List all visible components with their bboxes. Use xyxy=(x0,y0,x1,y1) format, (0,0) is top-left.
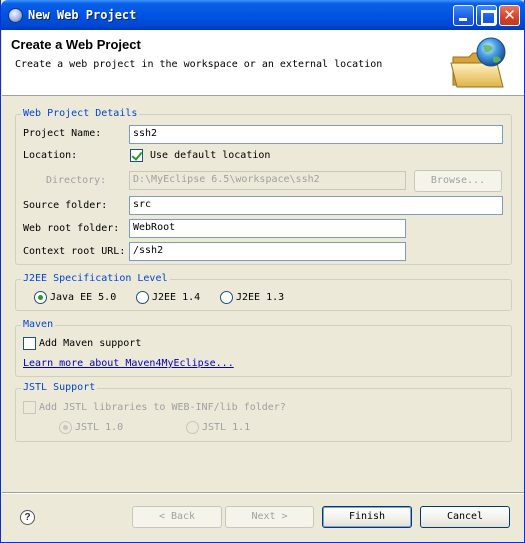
app-icon xyxy=(8,8,23,23)
banner-title: Create a Web Project xyxy=(11,37,141,52)
button-bar-separator xyxy=(2,492,524,494)
back-button: < Back xyxy=(132,506,222,528)
maximize-button[interactable] xyxy=(476,5,497,26)
folder-globe-icon xyxy=(450,37,506,88)
use-default-location-checkbox[interactable] xyxy=(130,149,143,162)
project-name-label: Project Name: xyxy=(23,128,102,139)
add-jstl-libraries-label: Add JSTL libraries to WEB-INF/lib folder… xyxy=(39,402,286,413)
radio-label-jstl-1-0: JSTL 1.0 xyxy=(75,422,124,433)
wizard-banner: Create a Web Project Create a web projec… xyxy=(2,30,524,96)
web-root-folder-input[interactable]: WebRoot xyxy=(129,219,406,238)
minimize-button[interactable] xyxy=(453,5,474,26)
context-root-label: Context root URL: xyxy=(23,246,126,257)
use-default-location-label: Use default location xyxy=(150,150,271,161)
jstl-support-group: JSTL Support xyxy=(15,382,512,442)
radio-jstl-1-0 xyxy=(59,421,72,434)
group-title-details: Web Project Details xyxy=(21,108,140,119)
add-maven-support-checkbox[interactable] xyxy=(23,337,36,350)
radio-label-j2ee-1-3: J2EE 1.3 xyxy=(236,292,285,303)
source-folder-label: Source folder: xyxy=(23,200,108,211)
close-button[interactable]: ✕ xyxy=(499,5,520,26)
group-title-maven: Maven xyxy=(21,319,56,330)
directory-input: D:\MyEclipse 6.5\workspace\ssh2 xyxy=(129,171,406,190)
radio-label-java-ee-5: Java EE 5.0 xyxy=(50,292,117,303)
radio-label-jstl-1-1: JSTL 1.1 xyxy=(202,422,251,433)
web-root-folder-label: Web root folder: xyxy=(23,223,120,234)
add-maven-support-label: Add Maven support xyxy=(39,338,142,349)
project-name-input[interactable]: ssh2 xyxy=(129,125,503,144)
finish-button[interactable]: Finish xyxy=(322,506,412,528)
new-web-project-dialog: New Web Project ✕ Create a Web Project C… xyxy=(0,0,525,543)
radio-jstl-1-1 xyxy=(186,421,199,434)
location-label: Location: xyxy=(23,150,78,161)
next-button: Next > xyxy=(225,506,314,528)
help-icon[interactable]: ? xyxy=(20,510,35,525)
source-folder-input[interactable]: src xyxy=(129,196,503,215)
group-title-jstl: JSTL Support xyxy=(21,382,98,393)
radio-java-ee-5[interactable] xyxy=(34,291,47,304)
context-root-input[interactable]: /ssh2 xyxy=(129,242,406,261)
radio-label-j2ee-1-4: J2EE 1.4 xyxy=(152,292,201,303)
directory-label: Directory: xyxy=(46,175,107,186)
title-bar[interactable]: New Web Project ✕ xyxy=(1,0,525,30)
maven-group: Maven xyxy=(15,319,512,377)
add-jstl-libraries-checkbox xyxy=(23,401,36,414)
browse-button: Browse... xyxy=(414,170,502,192)
banner-description: Create a web project in the workspace or… xyxy=(15,59,383,70)
radio-j2ee-1-4[interactable] xyxy=(136,291,149,304)
window-title: New Web Project xyxy=(28,8,137,22)
radio-j2ee-1-3[interactable] xyxy=(220,291,233,304)
cancel-button[interactable]: Cancel xyxy=(420,506,510,528)
learn-more-maven-link[interactable]: Learn more about Maven4MyEclipse... xyxy=(23,358,234,369)
group-title-j2ee: J2EE Specification Level xyxy=(21,273,170,284)
